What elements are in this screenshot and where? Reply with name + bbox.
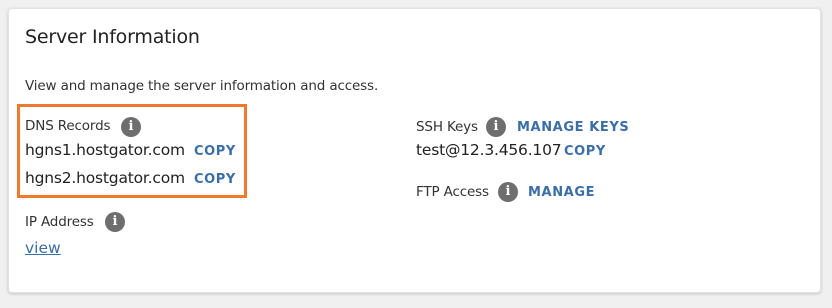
dns-record-1-value: hgns1.hostgator.com bbox=[25, 141, 185, 159]
copy-dns-record-1-button[interactable]: COPY bbox=[194, 144, 236, 159]
info-icon[interactable]: i bbox=[486, 117, 506, 137]
ip-address-label: IP Address bbox=[25, 214, 94, 230]
ip-address-view-link[interactable]: view bbox=[25, 239, 61, 257]
copy-dns-record-2-button[interactable]: COPY bbox=[194, 172, 236, 187]
ftp-manage-button[interactable]: MANAGE bbox=[528, 185, 595, 200]
card-title: Server Information bbox=[25, 26, 200, 48]
ssh-key-value: test@12.3.456.107 bbox=[416, 141, 562, 159]
info-icon[interactable]: i bbox=[498, 182, 518, 202]
dns-record-2-value: hgns2.hostgator.com bbox=[25, 169, 185, 187]
copy-ssh-key-button[interactable]: COPY bbox=[564, 144, 606, 159]
manage-keys-button[interactable]: MANAGE KEYS bbox=[517, 120, 629, 135]
info-icon[interactable]: i bbox=[121, 117, 141, 137]
ssh-keys-label: SSH Keys bbox=[416, 119, 478, 135]
dns-records-label: DNS Records bbox=[25, 118, 111, 134]
ftp-access-label: FTP Access bbox=[416, 184, 489, 200]
server-information-card: Server Information View and manage the s… bbox=[8, 8, 821, 293]
info-icon[interactable]: i bbox=[105, 212, 125, 232]
card-description: View and manage the server information a… bbox=[25, 78, 379, 94]
